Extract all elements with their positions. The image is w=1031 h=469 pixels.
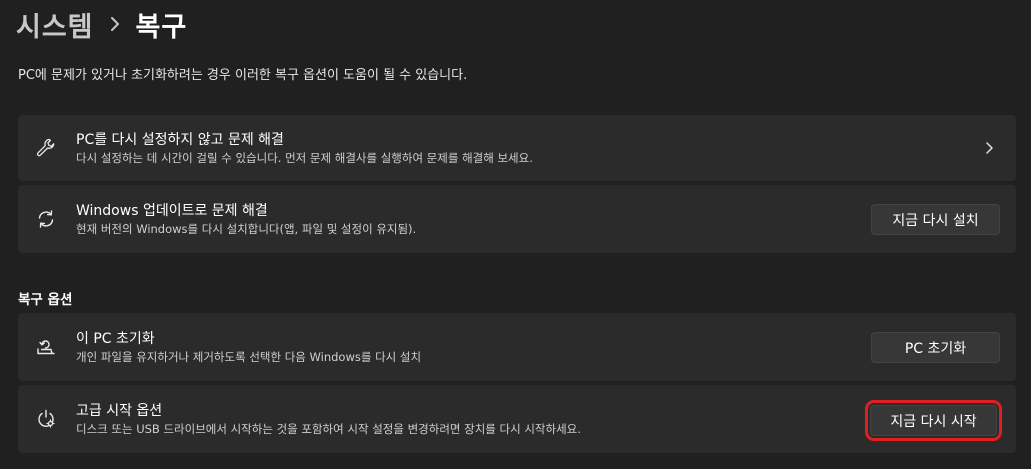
page-title: 복구 xyxy=(135,11,188,43)
breadcrumb: 시스템 복구 xyxy=(16,2,187,46)
reset-pc-title: 이 PC 초기화 xyxy=(76,330,155,347)
windows-update-fix-card: Windows 업데이트로 문제 해결 현재 버전의 Windows를 다시 설… xyxy=(18,185,1016,253)
reset-pc-icon xyxy=(35,336,57,358)
reset-pc-card: 이 PC 초기화 개인 파일을 유지하거나 제거하도록 선택한 다음 Windo… xyxy=(18,313,1016,381)
advanced-startup-card: 고급 시작 옵션 디스크 또는 USB 드라이브에서 시작하는 것을 포함하여 … xyxy=(18,385,1016,453)
breadcrumb-parent-system[interactable]: 시스템 xyxy=(16,5,94,44)
sync-icon xyxy=(35,208,57,230)
advanced-startup-subtitle: 디스크 또는 USB 드라이브에서 시작하는 것을 포함하여 시작 설정을 변경… xyxy=(76,421,581,436)
fix-without-reset-card[interactable]: PC를 다시 설정하지 않고 문제 해결 다시 설정하는 데 시간이 걸릴 수 … xyxy=(18,115,1016,181)
windows-update-fix-title: Windows 업데이트로 문제 해결 xyxy=(76,202,268,219)
page-description: PC에 문제가 있거나 초기화하려는 경우 이러한 복구 옵션이 도움이 될 수… xyxy=(18,68,468,83)
chevron-right-icon xyxy=(982,138,996,158)
reset-pc-subtitle: 개인 파일을 유지하거나 제거하도록 선택한 다음 Windows를 다시 설치 xyxy=(76,349,422,364)
windows-update-fix-subtitle: 현재 버전의 Windows를 다시 설치합니다(앱, 파일 및 설정이 유지됨… xyxy=(76,221,417,236)
wrench-icon xyxy=(35,137,57,159)
fix-without-reset-title: PC를 다시 설정하지 않고 문제 해결 xyxy=(76,131,284,148)
chevron-right-icon xyxy=(110,16,120,32)
reinstall-now-button[interactable]: 지금 다시 설치 xyxy=(871,204,1000,235)
advanced-startup-title: 고급 시작 옵션 xyxy=(76,402,163,419)
restart-now-button[interactable]: 지금 다시 시작 xyxy=(865,400,1002,441)
advanced-startup-icon xyxy=(35,408,57,430)
recovery-options-header: 복구 옵션 xyxy=(18,292,73,308)
reset-pc-button[interactable]: PC 초기화 xyxy=(871,332,1000,363)
fix-without-reset-subtitle: 다시 설정하는 데 시간이 걸릴 수 있습니다. 먼저 문제 해결사를 실행하여… xyxy=(76,150,533,165)
